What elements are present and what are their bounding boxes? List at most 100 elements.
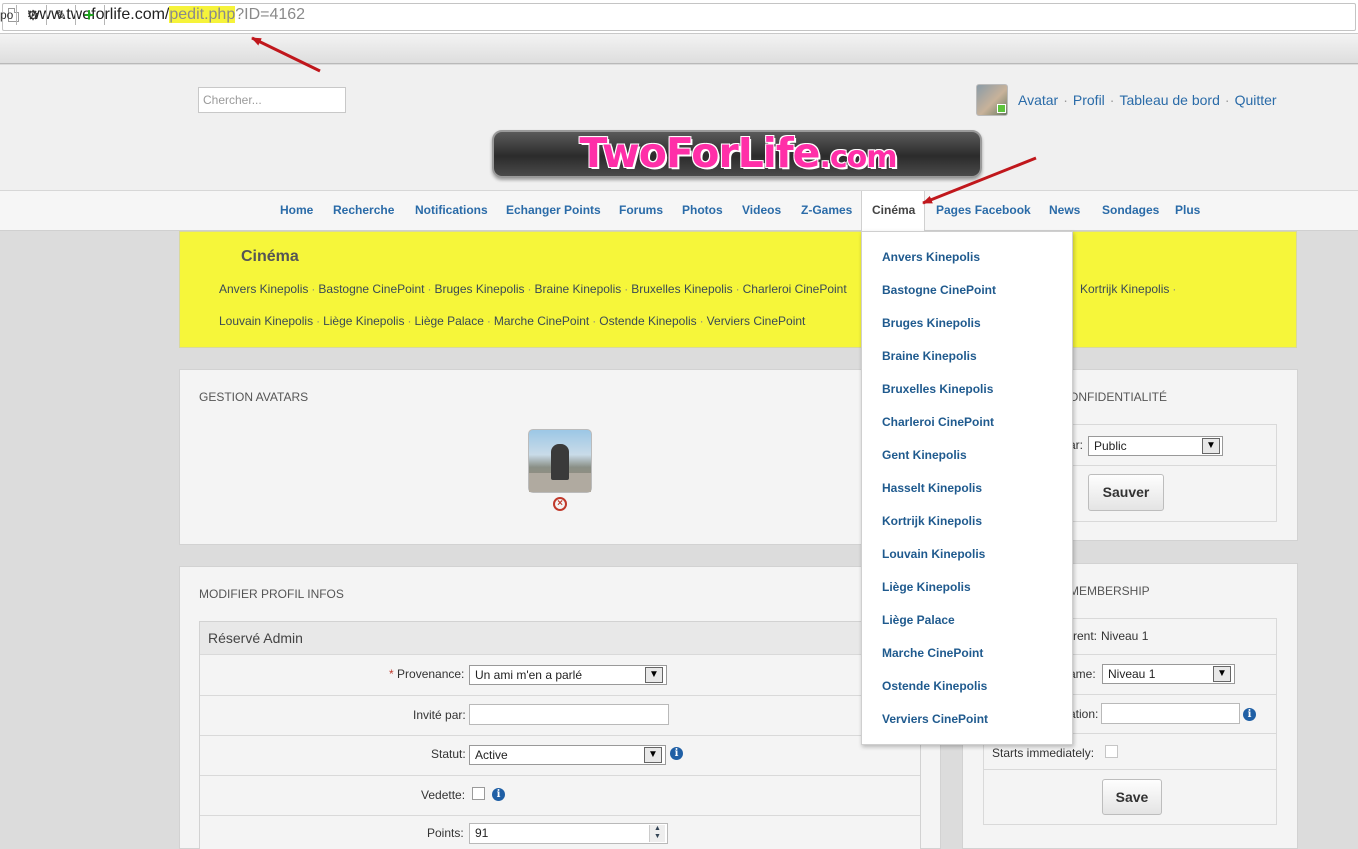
points-stepper[interactable]: 91 xyxy=(469,823,668,844)
cinema-link[interactable]: Anvers Kinepolis xyxy=(219,282,308,296)
nav-recherche[interactable]: Recherche xyxy=(333,203,394,217)
dropdown-item[interactable]: Braine Kinepolis xyxy=(882,349,977,363)
profil-link[interactable]: Profil xyxy=(1073,92,1105,108)
cinema-link[interactable]: Braine Kinepolis xyxy=(535,282,622,296)
statut-select[interactable]: Active xyxy=(469,745,666,765)
toolbar-separator xyxy=(46,5,47,25)
dropdown-item[interactable]: Ostende Kinepolis xyxy=(882,679,987,693)
row-divider xyxy=(983,769,1277,770)
dropdown-item[interactable]: Hasselt Kinepolis xyxy=(882,481,982,495)
nav-echanger-points[interactable]: Echanger Points xyxy=(506,203,601,217)
nav-news[interactable]: News xyxy=(1049,203,1080,217)
cinema-link[interactable]: Charleroi CinePoint xyxy=(743,282,847,296)
chevron-down-icon[interactable]: ▼ xyxy=(1202,438,1220,454)
form-row-vedette xyxy=(200,775,920,815)
plus-icon[interactable]: + xyxy=(80,5,98,25)
privacy-box-title: ONFIDENTIALITÉ xyxy=(1069,390,1168,404)
dropdown-item[interactable]: Bruxelles Kinepolis xyxy=(882,382,993,396)
cinema-link[interactable]: Ostende Kinepolis xyxy=(599,314,696,328)
points-label: Points: xyxy=(427,826,464,840)
avatars-box-title: GESTION AVATARS xyxy=(199,390,309,404)
avatar-link[interactable]: Avatar xyxy=(1018,92,1058,108)
nav-pages-facebook[interactable]: Pages Facebook xyxy=(936,203,1031,217)
dropdown-item[interactable]: Gent Kinepolis xyxy=(882,448,967,462)
logo-text: TwoForLife.com xyxy=(579,129,897,177)
starts-immediately-checkbox[interactable] xyxy=(1105,745,1118,758)
dashboard-link[interactable]: Tableau de bord xyxy=(1119,92,1219,108)
toolbar-separator xyxy=(104,5,105,25)
info-icon[interactable]: i xyxy=(492,788,505,801)
user-links: Avatar · Profil · Tableau de bord · Quitter xyxy=(1018,92,1277,108)
dropdown-item[interactable]: Louvain Kinepolis xyxy=(882,547,985,561)
cinema-panel-title: Cinéma xyxy=(241,248,299,265)
invite-label: Invité par: xyxy=(413,708,466,722)
url-highlight: pedit.php xyxy=(169,6,236,23)
cinema-links-line1: Anvers Kinepolis · Bastogne CinePoint · Brug… xyxy=(219,282,847,296)
quit-link[interactable]: Quitter xyxy=(1235,92,1277,108)
toolbar-separator xyxy=(16,5,17,25)
dropdown-item[interactable]: Anvers Kinepolis xyxy=(882,250,980,264)
provenance-label: * Provenance: xyxy=(389,667,465,681)
vedette-label: Vedette: xyxy=(421,788,466,802)
cinema-link[interactable]: Liège Kinepolis xyxy=(323,314,404,328)
current-level-label: rrent: xyxy=(1069,629,1098,643)
nav-forums[interactable]: Forums xyxy=(619,203,663,217)
nav-sondages[interactable]: Sondages xyxy=(1102,203,1159,217)
dropdown-item[interactable]: Bastogne CinePoint xyxy=(882,283,996,297)
level-name-label: ame: xyxy=(1069,667,1096,681)
chevron-down-icon[interactable]: ▼ xyxy=(1213,666,1231,682)
cinema-link[interactable]: Bruxelles Kinepolis xyxy=(631,282,732,296)
dropdown-item[interactable]: Bruges Kinepolis xyxy=(882,316,981,330)
extensions-toolbar xyxy=(0,34,1358,64)
profile-box-title: MODIFIER PROFIL INFOS xyxy=(199,587,344,601)
cinema-link[interactable]: Kortrijk Kinepolis xyxy=(1080,282,1169,296)
cinema-link[interactable]: Bruges Kinepolis xyxy=(434,282,524,296)
current-level-value: Niveau 1 xyxy=(1101,629,1149,643)
edit-icon[interactable]: ✎ xyxy=(52,5,70,25)
invite-input[interactable] xyxy=(469,704,669,725)
dropdown-item[interactable]: Verviers CinePoint xyxy=(882,712,988,726)
nav-photos[interactable]: Photos xyxy=(682,203,723,217)
cinema-link[interactable]: Marche CinePoint xyxy=(494,314,589,328)
info-icon[interactable]: i xyxy=(670,747,683,760)
dropdown-item[interactable]: Liège Kinepolis xyxy=(882,580,971,594)
nav-cinema[interactable]: Cinéma xyxy=(872,203,915,217)
toolbar-separator xyxy=(75,5,76,25)
avatar-photo-person xyxy=(551,444,569,480)
cinema-link[interactable]: Verviers CinePoint xyxy=(707,314,806,328)
chevron-down-icon[interactable]: ▼ xyxy=(644,747,662,763)
save-button[interactable]: Save xyxy=(1102,779,1162,815)
section-header xyxy=(200,622,920,654)
starts-immediately-label: Starts immediately: xyxy=(992,746,1095,760)
provenance-select[interactable]: Un ami m'en a parlé xyxy=(469,665,667,685)
sauver-button[interactable]: Sauver xyxy=(1088,474,1164,511)
dropdown-item[interactable]: Marche CinePoint xyxy=(882,646,983,660)
nav-home[interactable]: Home xyxy=(280,203,313,217)
dropdown-item[interactable]: Kortrijk Kinepolis xyxy=(882,514,982,528)
info-icon[interactable]: i xyxy=(1243,708,1256,721)
statut-label: Statut: xyxy=(431,747,466,761)
gear-icon[interactable]: ⚙ xyxy=(24,5,42,25)
cinema-links-line1-tail: Kortrijk Kinepolis · xyxy=(1080,282,1177,296)
delete-avatar-icon[interactable]: × xyxy=(553,497,567,511)
dropdown-item[interactable]: Liège Palace xyxy=(882,613,955,627)
duration-input[interactable] xyxy=(1101,703,1240,724)
cinema-links-line2: Louvain Kinepolis · Liège Kinepolis · Liège … xyxy=(219,314,806,328)
nav-z-games[interactable]: Z-Games xyxy=(801,203,852,217)
cinema-link[interactable]: Louvain Kinepolis xyxy=(219,314,313,328)
duration-label: ation: xyxy=(1069,707,1099,721)
membership-box-title: MEMBERSHIP xyxy=(1069,584,1150,598)
chevron-down-icon[interactable]: ▼ xyxy=(645,667,663,683)
stepper-arrows-icon[interactable]: ▲ ▼ xyxy=(649,825,665,842)
cinema-link[interactable]: Bastogne CinePoint xyxy=(318,282,424,296)
dropdown-item[interactable]: Charleroi CinePoint xyxy=(882,415,994,429)
nav-notifications[interactable]: Notifications xyxy=(415,203,488,217)
toolbar-partial-label[interactable]: po xyxy=(0,5,13,25)
section-title: Réservé Admin xyxy=(208,630,303,646)
online-status-icon xyxy=(997,104,1006,113)
nav-videos[interactable]: Videos xyxy=(742,203,781,217)
vedette-checkbox[interactable] xyxy=(472,787,485,800)
search-input[interactable] xyxy=(198,87,346,113)
cinema-link[interactable]: Liège Palace xyxy=(414,314,483,328)
nav-plus[interactable]: Plus xyxy=(1175,203,1200,217)
